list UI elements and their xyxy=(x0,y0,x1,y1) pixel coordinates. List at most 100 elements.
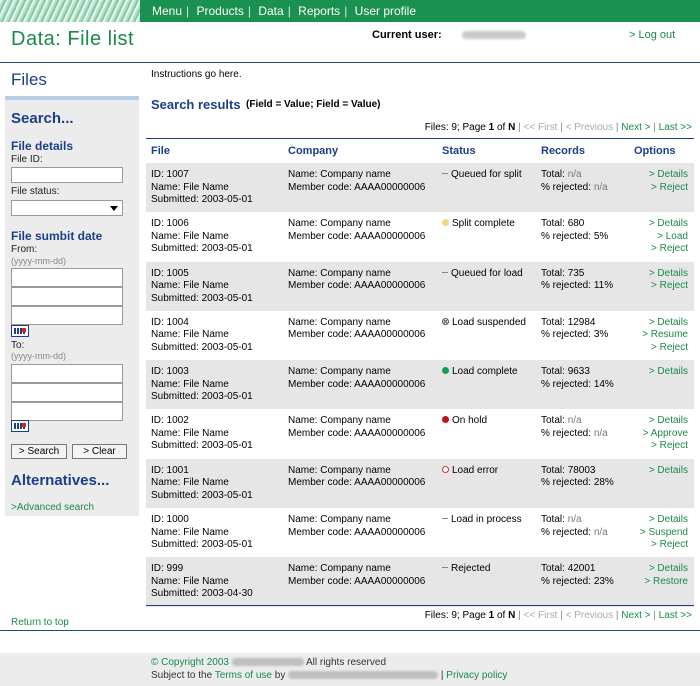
records-cell: Total: 78003% rejected: 28% xyxy=(541,465,614,490)
nav-products[interactable]: Products xyxy=(197,4,244,18)
nav-user-profile[interactable]: User profile xyxy=(355,4,416,18)
options-cell: > Details > Approve > Reject xyxy=(643,415,688,453)
pager-next[interactable]: Next > xyxy=(621,610,650,621)
instructions-text: Instructions go here. xyxy=(151,69,242,80)
records-total-value: n/a xyxy=(567,415,582,427)
records-total-label: Total: xyxy=(541,514,568,526)
option-load-link[interactable]: > Load xyxy=(649,231,688,244)
logout-link[interactable]: > Log out xyxy=(629,29,675,41)
copyright-suffix: All rights reserved xyxy=(305,657,387,668)
alternatives-heading: Alternatives... xyxy=(11,472,110,489)
file-status-select[interactable] xyxy=(11,200,123,216)
option-details-link[interactable]: > Details xyxy=(649,268,688,281)
option-reject-link[interactable]: > Reject xyxy=(640,539,688,552)
option-reject-link[interactable]: > Reject xyxy=(643,440,688,453)
member-code: Member code: AAAA00000006 xyxy=(288,329,426,341)
from-date-input[interactable] xyxy=(11,268,123,287)
file-name: Name: File Name xyxy=(151,280,229,292)
option-details-link[interactable]: > Details xyxy=(649,366,688,379)
options-cell: > Details xyxy=(649,465,688,478)
option-reject-link[interactable]: > Reject xyxy=(649,243,688,256)
option-details-link[interactable]: > Details xyxy=(642,317,688,330)
option-details-link[interactable]: > Details xyxy=(649,169,688,182)
records-rejected-value: 5% xyxy=(593,230,609,242)
pager-last[interactable]: Last >> xyxy=(659,122,692,133)
status-cell: Load suspended xyxy=(442,317,526,330)
nav-reports[interactable]: Reports xyxy=(298,4,340,18)
file-cell: ID: 999 Name: File Name Submitted: 2003-04… xyxy=(151,563,253,601)
records-cell: Total: n/a% rejected: n/a xyxy=(541,514,608,539)
return-to-top-link[interactable]: Return to top xyxy=(11,617,69,628)
to-date-input-3[interactable] xyxy=(11,402,123,421)
status-cell: Rejected xyxy=(442,563,490,576)
nav-menu[interactable]: Menu xyxy=(152,4,182,18)
table-row: ID: 1007 Name: File Name Submitted: 2003-0… xyxy=(146,163,694,213)
file-id-label: File ID: xyxy=(11,154,43,165)
search-button[interactable]: > Search xyxy=(11,444,67,459)
status-dash-icon xyxy=(442,271,448,273)
to-date-input-2[interactable] xyxy=(11,383,123,402)
option-reject-link[interactable]: > Reject xyxy=(642,342,688,355)
from-date-input-3[interactable] xyxy=(11,306,123,325)
option-resume-link[interactable]: > Resume xyxy=(642,329,688,342)
pager-last[interactable]: Last >> xyxy=(659,610,692,621)
pager-info-mid: of xyxy=(494,610,509,621)
to-label: To: xyxy=(11,340,25,351)
file-cell: ID: 1004 Name: File Name Submitted: 2003-0… xyxy=(151,317,253,355)
advanced-search-link[interactable]: >Advanced search xyxy=(11,502,94,513)
option-approve-link[interactable]: > Approve xyxy=(643,428,688,441)
option-details-link[interactable]: > Details xyxy=(644,563,688,576)
company-name: Name: Company name xyxy=(288,514,391,526)
option-suspend-link[interactable]: > Suspend xyxy=(640,527,688,540)
file-submitted: Submitted: 2003-05-01 xyxy=(151,391,253,403)
pager-next[interactable]: Next > xyxy=(621,122,650,133)
file-id: ID: 1001 xyxy=(151,464,189,476)
top-nav: Menu | Products | Data | Reports | User prof… xyxy=(152,4,417,18)
option-details-link[interactable]: > Details xyxy=(640,514,688,527)
column-header-company: Company xyxy=(288,145,339,157)
option-details-link[interactable]: > Details xyxy=(643,415,688,428)
status-text: Load suspended xyxy=(452,316,526,328)
to-date-input[interactable] xyxy=(11,364,123,383)
status-suspended-icon xyxy=(442,317,449,325)
file-submitted: Submitted: 2003-05-01 xyxy=(151,489,253,501)
option-details-link[interactable]: > Details xyxy=(649,465,688,478)
company-cell: Name: Company name Member code: AAAA00000… xyxy=(288,317,425,342)
privacy-policy-link[interactable]: Privacy policy xyxy=(446,670,507,681)
calendar-icon[interactable] xyxy=(11,420,29,432)
records-rejected-label: % rejected: xyxy=(541,329,594,341)
file-id: ID: 1005 xyxy=(151,267,189,279)
table-bottom-divider xyxy=(146,605,694,606)
terms-of-use-link[interactable]: Terms of use xyxy=(215,670,272,681)
chevron-down-icon xyxy=(110,206,118,211)
company-name: Name: Company name xyxy=(288,563,391,575)
records-total-label: Total: xyxy=(541,563,568,575)
subject-by: by xyxy=(272,670,289,681)
page-title: Data: File list xyxy=(11,28,135,50)
company-name: Name: Company name xyxy=(288,415,391,427)
calendar-icon[interactable] xyxy=(11,325,29,337)
member-code: Member code: AAAA00000006 xyxy=(288,477,426,489)
pager-top: Files: 9; Page 1 of N | << First | < Pre… xyxy=(424,122,692,133)
file-submitted: Submitted: 2003-04-30 xyxy=(151,588,253,600)
file-cell: ID: 1001 Name: File Name Submitted: 2003-0… xyxy=(151,465,253,503)
table-row: ID: 1002 Name: File Name Submitted: 2003-0… xyxy=(146,409,694,458)
from-date-input-2[interactable] xyxy=(11,287,123,306)
file-results-table: File Company Status Records Options ID: … xyxy=(146,138,694,607)
file-id: ID: 1003 xyxy=(151,366,189,378)
file-id-input[interactable] xyxy=(11,167,123,183)
table-row: ID: 1000 Name: File Name Submitted: 2003-0… xyxy=(146,508,694,557)
nav-data[interactable]: Data xyxy=(258,4,283,18)
company-cell: Name: Company name Member code: AAAA00000… xyxy=(288,218,425,243)
column-header-status: Status xyxy=(442,145,476,157)
file-cell: ID: 1003 Name: File Name Submitted: 2003-0… xyxy=(151,366,253,404)
to-date-hint: (yyyy-mm-dd) xyxy=(11,351,66,361)
file-id: ID: 1007 xyxy=(151,169,189,180)
table-row: ID: 1004 Name: File Name Submitted: 2003-0… xyxy=(146,311,694,360)
option-details-link[interactable]: > Details xyxy=(649,218,688,231)
clear-button[interactable]: > Clear xyxy=(72,444,127,459)
option-restore-link[interactable]: > Restore xyxy=(644,576,688,589)
option-reject-link[interactable]: > Reject xyxy=(649,280,688,293)
footer-divider xyxy=(0,630,700,631)
option-reject-link[interactable]: > Reject xyxy=(649,182,688,195)
